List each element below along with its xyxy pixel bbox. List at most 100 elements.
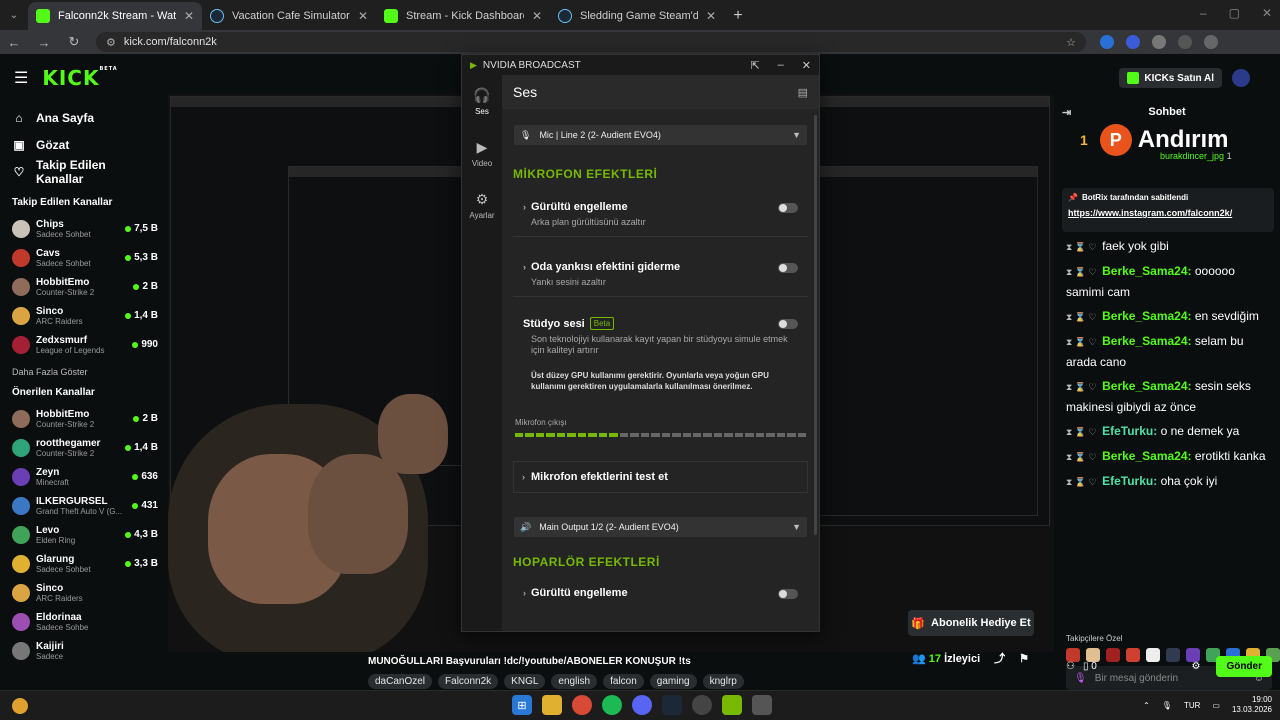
tray-overflow-icon[interactable]: ⌃ — [1143, 701, 1150, 710]
chat-message[interactable]: ⧗ ⌛ ♡ EfeTurku: oha çok iyi — [1066, 471, 1272, 492]
chat-username[interactable]: Berke_Sama24: — [1102, 379, 1191, 393]
tab-sledding-game[interactable]: Sledding Game Steam'de ✕ — [550, 2, 724, 30]
sidebar-channel[interactable]: Cavs Sadece Sohbet 5,3 B — [0, 243, 168, 272]
maximize-icon[interactable]: ▢ — [1229, 6, 1240, 20]
sidebar-channel[interactable]: Zedxsmurf League of Legends 990 — [0, 330, 168, 359]
nav-home[interactable]: ⌂ Ana Sayfa — [12, 104, 156, 131]
language-indicator[interactable]: TUR — [1184, 701, 1200, 710]
room-echo-toggle[interactable] — [778, 263, 798, 273]
spotify-icon[interactable] — [602, 695, 622, 715]
kick-logo[interactable]: KICKBETA — [42, 66, 117, 90]
extension-icon[interactable] — [1126, 35, 1140, 49]
tag-pill[interactable]: Falconn2k — [438, 674, 499, 689]
forward-icon[interactable]: → — [36, 35, 52, 50]
reload-icon[interactable]: ↻ — [66, 34, 82, 50]
nav-browse[interactable]: ▣ Gözat — [12, 131, 156, 158]
media-icon[interactable] — [1204, 35, 1218, 49]
nvidia-broadcast-icon[interactable] — [722, 695, 742, 715]
start-icon[interactable]: ⊞ — [512, 695, 532, 715]
sidebar-channel[interactable]: Eldorinaa Sadece Sohbe — [0, 607, 168, 636]
chat-message[interactable]: ⧗ ⌛ ♡ EfeTurku: o ne demek ya — [1066, 421, 1272, 442]
tag-pill[interactable]: KNGL — [504, 674, 546, 689]
test-mic-effects[interactable]: › Mikrofon efektlerini test et — [513, 461, 808, 493]
network-icon[interactable]: ▭ — [1212, 701, 1220, 710]
input-device-select[interactable]: 🎙 Mic | Line 2 (2- Audient EVO4) ▼ — [514, 125, 807, 145]
rail-settings[interactable]: ⚙ Ayarlar — [462, 179, 502, 231]
back-icon[interactable]: ← — [6, 35, 22, 50]
effect-noise-removal[interactable]: › Gürültü engelleme Arka plan gürültüsünü… — [513, 193, 808, 237]
speaker-noise-toggle[interactable] — [778, 589, 798, 599]
steam-icon[interactable] — [662, 695, 682, 715]
weather-icon[interactable] — [12, 698, 28, 714]
chat-username[interactable]: Berke_Sama24: — [1102, 449, 1191, 463]
noise-removal-toggle[interactable] — [778, 203, 798, 213]
chat-message[interactable]: ⧗ ⌛ ♡ Berke_Sama24: en sevdiğim — [1066, 306, 1272, 327]
sidebar-channel[interactable]: Sinco ARC Raiders 1,4 B — [0, 301, 168, 330]
pinned-link[interactable]: https://www.instagram.com/falconn2k/ — [1068, 208, 1268, 218]
sidebar-channel[interactable]: HobbitEmo Counter-Strike 2 2 B — [0, 404, 168, 433]
collapse-chat-icon[interactable]: ⇥ — [1062, 106, 1071, 119]
close-window-icon[interactable]: ✕ — [1262, 6, 1272, 20]
close-tab-icon[interactable]: ✕ — [358, 9, 368, 23]
sidebar-channel[interactable]: Kaijiri Sadece — [0, 636, 168, 665]
tag-pill[interactable]: knglrp — [702, 674, 744, 689]
sidebar-channel[interactable]: HobbitEmo Counter-Strike 2 2 B — [0, 272, 168, 301]
minimize-icon[interactable]: – — [1200, 6, 1207, 20]
chat-message[interactable]: ⧗ ⌛ ♡ Berke_Sama24: selam bu arada cano — [1066, 331, 1272, 372]
send-button[interactable]: Gönder — [1216, 656, 1272, 677]
effect-speaker-noise-removal[interactable]: › Gürültü engelleme — [513, 579, 808, 607]
extension-icon[interactable] — [1100, 35, 1114, 49]
share-icon[interactable]: ⤴ — [994, 650, 1005, 666]
puzzle-icon[interactable] — [1152, 35, 1166, 49]
tab-vacation-cafe[interactable]: Vacation Cafe Simulator Steam ✕ — [202, 2, 376, 30]
feedback-icon[interactable]: ▤ — [798, 86, 808, 99]
chat-username[interactable]: Berke_Sama24: — [1102, 334, 1191, 348]
chat-message[interactable]: ⧗ ⌛ ♡ Berke_Sama24: erotikti kanka — [1066, 446, 1272, 467]
close-tab-icon[interactable]: ✕ — [532, 9, 542, 23]
chat-username[interactable]: Berke_Sama24: — [1102, 264, 1191, 278]
chat-message[interactable]: ⧗ ⌛ ♡ faek yok gibi — [1066, 236, 1272, 257]
tab-kick-dashboard[interactable]: Stream - Kick Dashboard ✕ — [376, 2, 550, 30]
obs-icon[interactable] — [692, 695, 712, 715]
tag-pill[interactable]: english — [551, 674, 598, 689]
clock[interactable]: 19:00 13.03.2026 — [1232, 695, 1272, 715]
chat-username[interactable]: EfeTurku: — [1102, 474, 1157, 488]
discord-icon[interactable] — [632, 695, 652, 715]
file-explorer-icon[interactable] — [542, 695, 562, 715]
nav-following[interactable]: ♡ Takip Edilen Kanallar — [12, 158, 156, 186]
mic-tray-icon[interactable]: 🎙 — [1162, 701, 1172, 710]
site-info-icon[interactable]: ⚙ — [106, 36, 116, 49]
chat-settings-icon[interactable]: ⚙ — [1191, 661, 1200, 672]
tab-search-icon[interactable]: ⌄ — [0, 0, 28, 30]
studio-voice-toggle[interactable] — [778, 319, 798, 329]
pinned-message[interactable]: 📌 BotRix tarafından sabitlendi https://ww… — [1062, 188, 1274, 232]
sidebar-channel[interactable]: Levo Elden Ring 4,3 B — [0, 520, 168, 549]
tab-falconn2k[interactable]: Falconn2k Stream - Watch Live ✕ — [28, 2, 202, 30]
minimize-icon[interactable]: – — [778, 59, 784, 72]
rail-audio[interactable]: 🎧 Ses — [462, 75, 502, 127]
close-tab-icon[interactable]: ✕ — [706, 9, 716, 23]
popout-icon[interactable]: ⇱ — [750, 59, 759, 72]
tag-pill[interactable]: falcon — [603, 674, 644, 689]
bookmark-star-icon[interactable]: ☆ — [1066, 36, 1076, 49]
sidebar-channel[interactable]: rootthegamer Counter-Strike 2 1,4 B — [0, 433, 168, 462]
sidebar-channel[interactable]: Glarung Sadece Sohbet 3,3 B — [0, 549, 168, 578]
output-device-select[interactable]: 🔊 Main Output 1/2 (2- Audient EVO4) ▼ — [514, 517, 807, 537]
chat-username[interactable]: EfeTurku: — [1102, 424, 1157, 438]
chat-message[interactable]: ⧗ ⌛ ♡ Berke_Sama24: sesin seks makinesi … — [1066, 376, 1272, 417]
sidebar-channel[interactable]: Sinco ARC Raiders — [0, 578, 168, 607]
chat-message[interactable]: ⧗ ⌛ ♡ Berke_Sama24: oooooo samimi cam — [1066, 261, 1272, 302]
avatar[interactable] — [1232, 69, 1250, 87]
effect-studio-voice[interactable]: Stüdyo sesi Beta Son teknolojiyi kullanar… — [513, 303, 808, 400]
tag-pill[interactable]: gaming — [649, 674, 697, 689]
report-icon[interactable]: ⚑ — [1019, 652, 1029, 665]
close-tab-icon[interactable]: ✕ — [184, 9, 194, 23]
settings-icon[interactable] — [752, 695, 772, 715]
chrome-icon[interactable] — [572, 695, 592, 715]
chat-username[interactable]: Berke_Sama24: — [1102, 309, 1191, 323]
tag-pill[interactable]: daCanOzel — [368, 674, 433, 689]
buy-kicks-button[interactable]: KICKs Satın Al — [1119, 68, 1222, 88]
rail-video[interactable]: ▶ Video — [462, 127, 502, 179]
scrollbar[interactable] — [814, 115, 817, 535]
close-icon[interactable]: ✕ — [802, 59, 811, 72]
